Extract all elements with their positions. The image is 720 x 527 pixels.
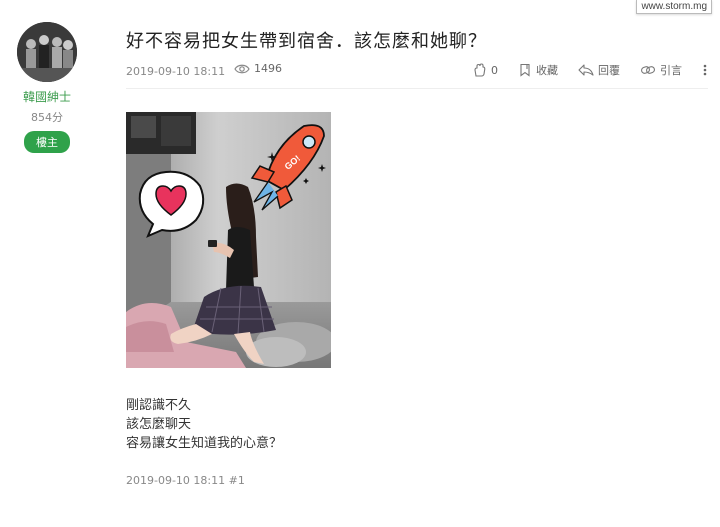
vertical-dots-icon <box>703 64 707 76</box>
quote-label: 引言 <box>660 64 682 77</box>
quote-button[interactable]: 引言 <box>640 62 682 78</box>
like-count: 0 <box>491 63 498 77</box>
site-watermark: www.storm.mg <box>636 0 712 14</box>
post-body: 剛認識不久 該怎麼聊天 容易讓女生知道我的心意？ <box>126 396 282 453</box>
post-title: 好不容易把女生帶到宿舍．該怎麼和她聊？ <box>126 31 487 52</box>
title-divider <box>126 88 708 89</box>
reply-arrow-icon <box>578 64 594 76</box>
reply-label: 回覆 <box>598 64 620 77</box>
post-actions: 0 收藏 回覆 引言 <box>453 62 708 78</box>
post-body-line: 容易讓女生知道我的心意？ <box>126 436 283 451</box>
clap-hand-icon <box>474 63 486 77</box>
post-date: 2019-09-10 18:11 <box>126 65 226 78</box>
view-count: 1496 <box>234 62 282 75</box>
post-body-line: 剛認識不久 <box>126 398 192 413</box>
post-body-line: 該怎麼聊天 <box>126 417 192 432</box>
author-panel: 韓國紳士 854分 樓主 <box>14 22 80 153</box>
post-image[interactable]: GO! <box>126 112 331 368</box>
post-meta-row: 2019-09-10 18:11 1496 0 收藏 回覆 引言 <box>126 62 708 82</box>
like-button[interactable]: 0 <box>473 63 498 77</box>
view-count-value: 1496 <box>254 62 282 75</box>
post-footer-meta: 2019-09-10 18:11 #1 <box>126 474 245 487</box>
bookmark-icon <box>520 63 530 77</box>
more-options-button[interactable] <box>702 63 708 77</box>
op-badge: 樓主 <box>24 131 70 153</box>
favorite-label: 收藏 <box>536 64 558 77</box>
author-name[interactable]: 韓國紳士 <box>14 88 80 105</box>
author-avatar[interactable] <box>17 22 77 82</box>
eye-icon <box>234 64 250 73</box>
author-points: 854分 <box>31 111 63 124</box>
favorite-button[interactable]: 收藏 <box>518 62 558 78</box>
link-icon <box>641 66 655 74</box>
reply-button[interactable]: 回覆 <box>578 62 620 78</box>
